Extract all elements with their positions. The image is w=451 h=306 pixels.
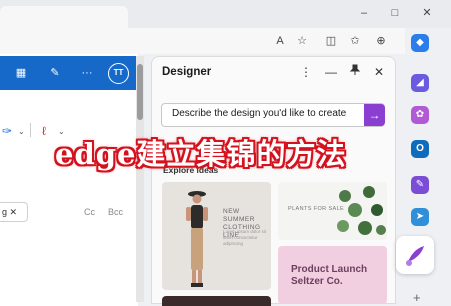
scrollbar-thumb[interactable] — [137, 64, 143, 120]
split-screen-icon[interactable]: ◫ — [323, 33, 339, 49]
copilot-icon[interactable]: ◆ — [411, 34, 429, 52]
maximize-button[interactable]: □ — [386, 6, 404, 20]
card-subtitle: Lorem ipsum dolor sit amet consectetur a… — [223, 229, 267, 246]
panel-more-button[interactable]: ⋮ — [298, 64, 314, 80]
favorites-icon[interactable]: ✩ — [347, 33, 363, 49]
chevron-down-icon: ⌄ — [18, 127, 25, 136]
add-sidebar-button[interactable]: + — [413, 290, 421, 305]
read-aloud-icon[interactable]: A — [272, 33, 288, 49]
idea-card-partial[interactable] — [162, 296, 271, 306]
cc-button[interactable]: Cc — [84, 207, 95, 217]
edit-icon[interactable]: ✎ — [48, 66, 62, 80]
bcc-button[interactable]: Bcc — [108, 207, 123, 217]
panel-close-button[interactable]: ✕ — [371, 64, 387, 80]
browser-tab[interactable] — [0, 6, 128, 28]
designer-icon[interactable] — [396, 236, 434, 274]
send-icon[interactable]: ➤ — [411, 208, 429, 226]
panel-title: Designer — [162, 66, 212, 78]
outlook-icon[interactable]: O — [411, 140, 429, 158]
outlook-page — [0, 54, 138, 306]
copilot-small-icon[interactable]: ✿ — [411, 106, 429, 124]
avatar[interactable]: TT — [108, 63, 129, 84]
collections-icon[interactable]: ⊕ — [373, 33, 389, 49]
card-title: Product Launch Seltzer Co. — [291, 264, 368, 287]
prompt-placeholder: Describe the design you'd like to create — [172, 108, 347, 119]
tag-icon[interactable]: ◢ — [411, 74, 429, 92]
recipient-chip-label: g — [2, 207, 8, 217]
panel-minimize-button[interactable]: — — [323, 64, 339, 80]
word-icon[interactable]: ▦ — [14, 66, 28, 80]
plants-image — [337, 186, 386, 235]
recipient-chip[interactable]: g ✕ — [0, 202, 28, 222]
minimize-button[interactable]: – — [355, 6, 373, 20]
more-icon[interactable]: ··· — [80, 66, 94, 80]
games-icon[interactable]: ✎ — [411, 176, 429, 194]
favorite-add-icon[interactable]: ☆ — [294, 33, 310, 49]
highlight-icon: ✑ — [2, 124, 12, 138]
pin-icon[interactable] — [347, 64, 363, 80]
person-image — [186, 191, 208, 287]
overlay-caption: edge建立集锦的方法 — [55, 137, 347, 171]
close-window-button[interactable]: ✕ — [418, 6, 436, 20]
font-color-icon: ℓ — [42, 124, 46, 138]
send-button[interactable]: → — [364, 104, 385, 126]
browser-toolbar — [0, 28, 405, 54]
